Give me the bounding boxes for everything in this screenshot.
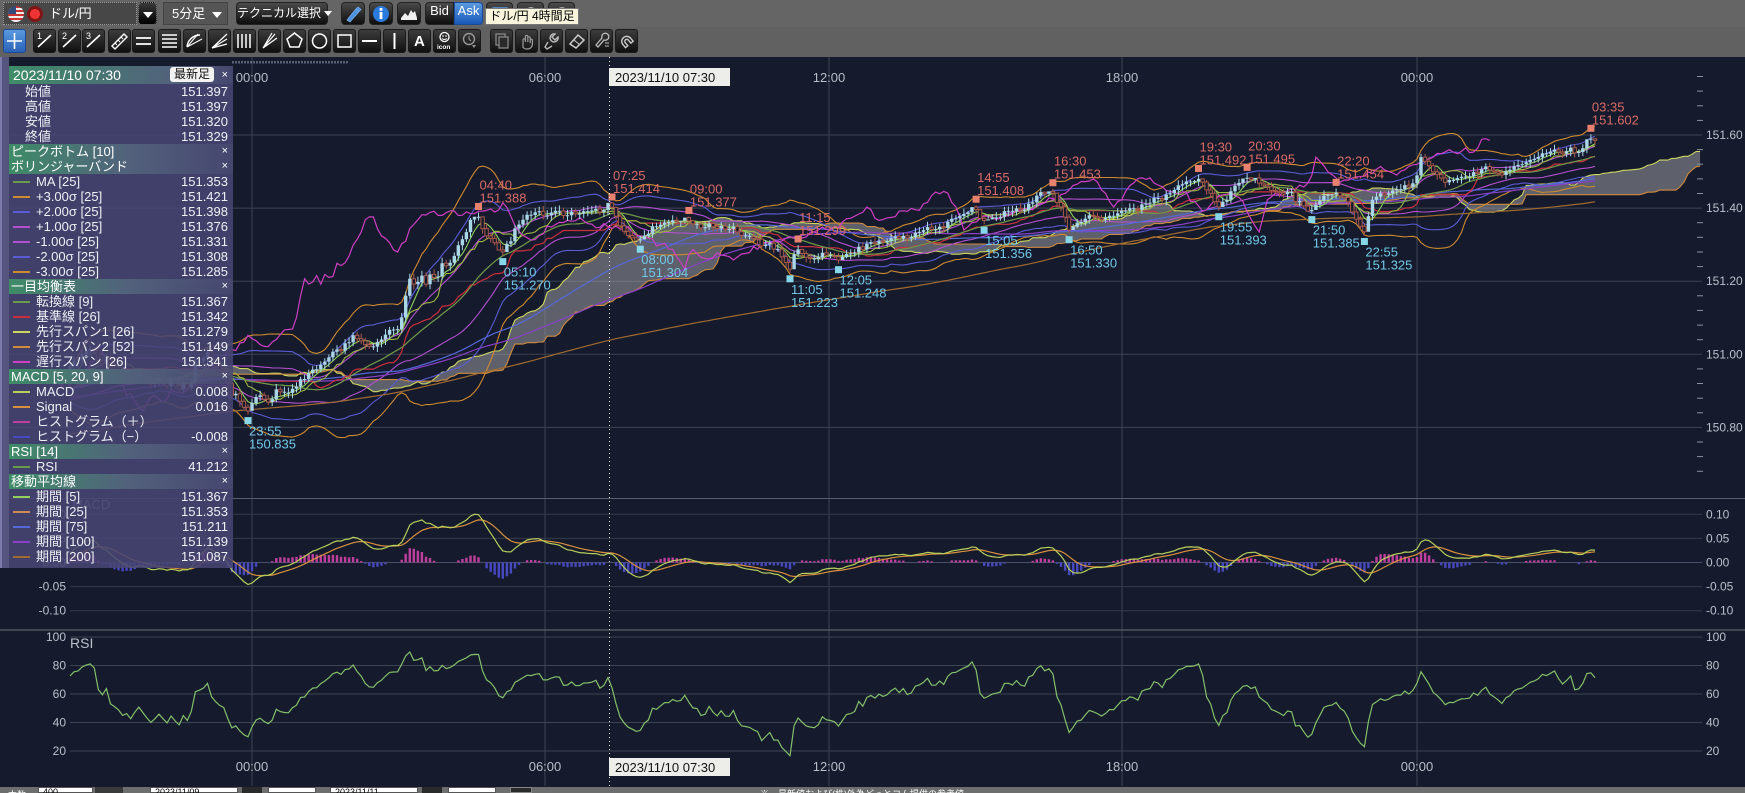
svg-text:06:00: 06:00 — [529, 759, 562, 774]
svg-text:-0.10: -0.10 — [1706, 604, 1734, 618]
svg-text:RSI: RSI — [70, 635, 93, 651]
svg-text:00:00: 00:00 — [236, 759, 269, 774]
svg-text:80: 80 — [53, 659, 67, 673]
svg-text:60: 60 — [1706, 687, 1720, 701]
svg-text:151.223: 151.223 — [791, 295, 838, 310]
svg-text:151.20: 151.20 — [1706, 274, 1743, 288]
svg-text:151.00: 151.00 — [1706, 347, 1743, 361]
svg-text:151.356: 151.356 — [985, 246, 1032, 261]
svg-text:151.495: 151.495 — [1248, 151, 1295, 166]
svg-text:151.385: 151.385 — [1313, 236, 1360, 251]
svg-text:151.602: 151.602 — [1592, 112, 1639, 127]
svg-text:0.00: 0.00 — [1706, 556, 1730, 570]
svg-text:0.10: 0.10 — [1706, 507, 1730, 521]
svg-text:00:00: 00:00 — [236, 70, 269, 85]
svg-text:40: 40 — [1706, 716, 1720, 730]
svg-text:2023/11/10 07:30: 2023/11/10 07:30 — [615, 760, 715, 775]
svg-text:151.60: 151.60 — [1706, 128, 1743, 142]
svg-text:3: 3 — [86, 31, 91, 41]
svg-text:40: 40 — [53, 716, 67, 730]
svg-text:12:00: 12:00 — [813, 70, 846, 85]
svg-text:100: 100 — [46, 630, 66, 644]
svg-text:0.05: 0.05 — [1706, 531, 1730, 545]
svg-text:1: 1 — [37, 31, 42, 41]
svg-text:icon: icon — [437, 44, 450, 51]
svg-text:00:00: 00:00 — [1401, 70, 1434, 85]
svg-text:151.330: 151.330 — [1070, 256, 1117, 271]
svg-text:00:00: 00:00 — [1401, 759, 1434, 774]
svg-text:18:00: 18:00 — [1106, 70, 1139, 85]
svg-text:151.377: 151.377 — [690, 195, 737, 210]
svg-text:151.414: 151.414 — [613, 181, 660, 196]
svg-text:151.248: 151.248 — [840, 286, 887, 301]
svg-text:151.492: 151.492 — [1200, 153, 1247, 168]
svg-text:151.454: 151.454 — [1337, 166, 1384, 181]
svg-text:12:00: 12:00 — [813, 759, 846, 774]
svg-text:151.388: 151.388 — [480, 191, 527, 206]
svg-text:-0.10: -0.10 — [39, 604, 67, 618]
svg-text:-0.05: -0.05 — [1706, 580, 1734, 594]
svg-text:151.304: 151.304 — [641, 265, 688, 280]
svg-text:151.393: 151.393 — [1220, 233, 1267, 248]
svg-text:06:00: 06:00 — [529, 70, 562, 85]
svg-text:2: 2 — [62, 31, 67, 41]
svg-text:A: A — [414, 33, 425, 50]
svg-text:80: 80 — [1706, 659, 1720, 673]
svg-text:18:00: 18:00 — [1106, 759, 1139, 774]
svg-text:20: 20 — [53, 744, 67, 758]
svg-text:151.408: 151.408 — [977, 183, 1024, 198]
svg-text:151.40: 151.40 — [1706, 201, 1743, 215]
svg-text:2023/11/10 07:30: 2023/11/10 07:30 — [615, 70, 715, 85]
svg-text:151.325: 151.325 — [1365, 258, 1412, 273]
svg-text:100: 100 — [1706, 630, 1726, 644]
svg-text:20: 20 — [1706, 744, 1720, 758]
svg-text:60: 60 — [53, 687, 67, 701]
svg-text:151.270: 151.270 — [504, 278, 551, 293]
svg-text:150.835: 150.835 — [249, 437, 296, 452]
svg-text:-0.05: -0.05 — [39, 580, 67, 594]
svg-text:150.80: 150.80 — [1706, 420, 1743, 434]
svg-text:151.299: 151.299 — [799, 223, 846, 238]
svg-text:151.453: 151.453 — [1054, 167, 1101, 182]
